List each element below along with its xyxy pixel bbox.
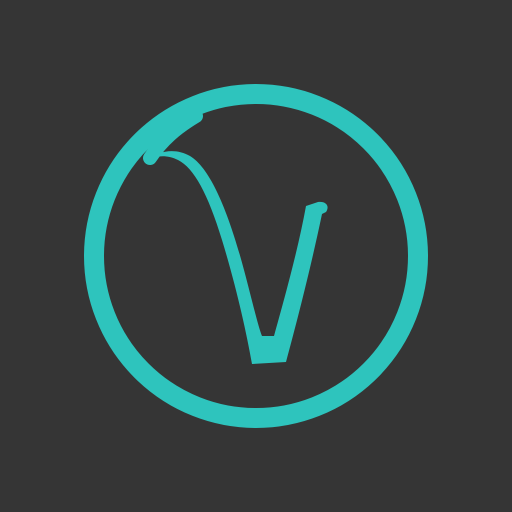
app-icon (0, 0, 512, 512)
icon-background (0, 0, 512, 512)
vital-logo-icon (0, 0, 512, 512)
